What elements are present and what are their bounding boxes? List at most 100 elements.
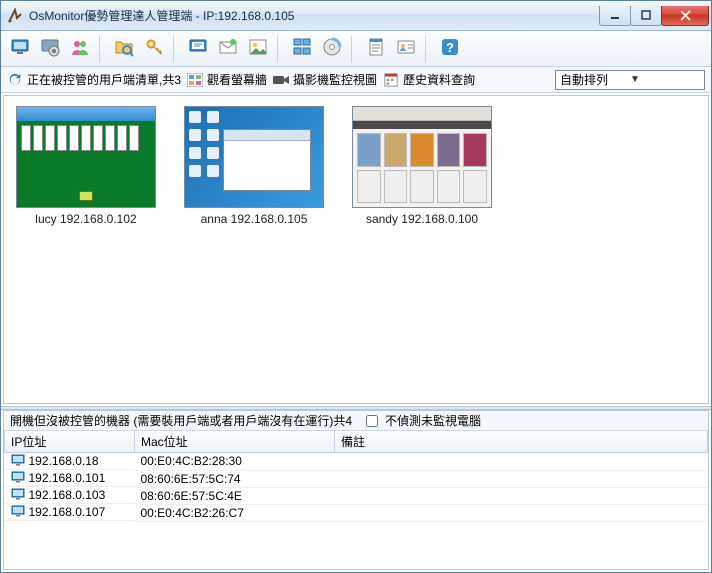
key-button[interactable] — [141, 36, 167, 62]
toolbar-separator — [351, 36, 357, 62]
maximize-button[interactable] — [630, 6, 662, 26]
table-row[interactable]: 192.168.0.10700:E0:4C:B2:26:C7 — [5, 504, 708, 521]
wall-icon — [187, 72, 203, 88]
screenshot-preview — [184, 106, 324, 208]
pc-icon — [11, 488, 25, 503]
minimize-button[interactable] — [599, 6, 631, 26]
screenshot-preview — [352, 106, 492, 208]
cell-mac: 00:E0:4C:B2:28:30 — [135, 453, 335, 471]
skip-detect-input[interactable] — [366, 415, 378, 427]
unmanaged-table: IP位址 Mac位址 備註 192.168.0.1800:E0:4C:B2:28… — [4, 431, 708, 522]
user-card-icon — [396, 37, 416, 60]
history-query-label: 歷史資料查詢 — [403, 71, 475, 88]
table-row[interactable]: 192.168.0.10308:60:6E:57:5C:4E — [5, 487, 708, 504]
clients-count-text: 正在被控管的用戶端清單,共3 — [27, 71, 181, 88]
app-window: OsMonitor優勢管理達人管理端 - IP:192.168.0.105 ? … — [0, 0, 712, 573]
monitor-button[interactable] — [7, 36, 33, 62]
toolbar-separator — [173, 36, 179, 62]
disc-icon — [322, 37, 342, 60]
unmanaged-machines-pane: 開機但沒被控管的機器 (需要裝用戶端或者用戶端沒有在運行)共4 不偵測未監視電腦… — [3, 410, 709, 570]
client-thumbnail[interactable]: lucy 192.168.0.102 — [16, 106, 156, 226]
cell-ip: 192.168.0.18 — [5, 453, 135, 470]
unmanaged-grid[interactable]: IP位址 Mac位址 備註 192.168.0.1800:E0:4C:B2:28… — [4, 431, 708, 569]
settings-button[interactable] — [37, 36, 63, 62]
screens-grid-button[interactable] — [289, 36, 315, 62]
history-query-button[interactable]: 歷史資料查詢 — [383, 71, 475, 88]
client-thumbnails-pane[interactable]: lucy 192.168.0.102 anna 192.168.0.105 sand… — [3, 95, 709, 404]
col-mac[interactable]: Mac位址 — [135, 431, 335, 453]
disc-button[interactable] — [319, 36, 345, 62]
screen-wall-button[interactable]: 觀看螢幕牆 — [187, 71, 267, 88]
doc-button[interactable] — [363, 36, 389, 62]
history-icon — [383, 72, 399, 88]
col-ip[interactable]: IP位址 — [5, 431, 135, 453]
screenshot-preview — [16, 106, 156, 208]
skip-detect-checkbox[interactable]: 不偵測未監視電腦 — [362, 412, 481, 430]
monitor-icon — [10, 37, 30, 60]
titlebar[interactable]: OsMonitor優勢管理達人管理端 - IP:192.168.0.105 — [1, 1, 711, 31]
toolbar-separator — [99, 36, 105, 62]
cell-note — [335, 453, 708, 471]
help-button[interactable]: ? — [437, 36, 463, 62]
window-title: OsMonitor優勢管理達人管理端 - IP:192.168.0.105 — [29, 7, 600, 24]
cell-ip: 192.168.0.107 — [5, 504, 135, 521]
screen-wall-label: 觀看螢幕牆 — [207, 71, 267, 88]
picture-button[interactable] — [245, 36, 271, 62]
pc-icon — [11, 471, 25, 486]
help-icon: ? — [440, 37, 460, 60]
sort-combo[interactable]: 自動排列 ▼ — [555, 70, 705, 90]
table-row[interactable]: 192.168.0.1800:E0:4C:B2:28:30 — [5, 453, 708, 471]
toolbar-separator — [277, 36, 283, 62]
screen-icon — [188, 37, 208, 60]
app-icon — [7, 8, 23, 24]
cell-ip: 192.168.0.103 — [5, 487, 135, 504]
table-header-row: IP位址 Mac位址 備註 — [5, 431, 708, 453]
camera-view-button[interactable]: 攝影機監控視圖 — [273, 71, 377, 88]
close-button[interactable] — [661, 6, 709, 26]
unmanaged-header: 開機但沒被控管的機器 (需要裝用戶端或者用戶端沒有在運行)共4 不偵測未監視電腦 — [4, 411, 708, 431]
thumbnail-caption: lucy 192.168.0.102 — [16, 212, 156, 226]
refresh-icon — [7, 72, 23, 88]
unmanaged-header-text: 開機但沒被控管的機器 (需要裝用戶端或者用戶端沒有在運行)共4 — [10, 412, 352, 429]
main-toolbar: ? — [1, 31, 711, 67]
mail-icon — [218, 37, 238, 60]
col-note[interactable]: 備註 — [335, 431, 708, 453]
users-icon — [70, 37, 90, 60]
settings-icon — [40, 37, 60, 60]
table-row[interactable]: 192.168.0.10108:60:6E:57:5C:74 — [5, 470, 708, 487]
sub-toolbar: 正在被控管的用戶端清單,共3 觀看螢幕牆 攝影機監控視圖 歷史資料查詢 自動排列… — [1, 67, 711, 93]
cell-mac: 08:60:6E:57:5C:4E — [135, 487, 335, 504]
folder-search-icon — [114, 37, 134, 60]
folder-search-button[interactable] — [111, 36, 137, 62]
client-thumbnail[interactable]: anna 192.168.0.105 — [184, 106, 324, 226]
thumbnail-caption: sandy 192.168.0.100 — [352, 212, 492, 226]
client-thumbnail[interactable]: sandy 192.168.0.100 — [352, 106, 492, 226]
camera-view-label: 攝影機監控視圖 — [293, 71, 377, 88]
sort-combo-value: 自動排列 — [560, 71, 630, 88]
user-card-button[interactable] — [393, 36, 419, 62]
mail-button[interactable] — [215, 36, 241, 62]
cell-ip: 192.168.0.101 — [5, 470, 135, 487]
thumbnail-caption: anna 192.168.0.105 — [184, 212, 324, 226]
doc-icon — [366, 37, 386, 60]
screens-grid-icon — [292, 37, 312, 60]
window-buttons — [600, 6, 709, 26]
svg-text:?: ? — [446, 40, 454, 55]
skip-detect-label: 不偵測未監視電腦 — [385, 412, 481, 429]
client-area: lucy 192.168.0.102 anna 192.168.0.105 sand… — [1, 93, 711, 572]
key-icon — [144, 37, 164, 60]
users-button[interactable] — [67, 36, 93, 62]
cell-mac: 00:E0:4C:B2:26:C7 — [135, 504, 335, 521]
picture-icon — [248, 37, 268, 60]
pc-icon — [11, 505, 25, 520]
pc-icon — [11, 454, 25, 469]
camera-icon — [273, 72, 289, 88]
clients-count-label: 正在被控管的用戶端清單,共3 — [7, 71, 181, 88]
cell-note — [335, 504, 708, 521]
screen-button[interactable] — [185, 36, 211, 62]
cell-mac: 08:60:6E:57:5C:74 — [135, 470, 335, 487]
cell-note — [335, 470, 708, 487]
chevron-down-icon: ▼ — [630, 74, 700, 85]
cell-note — [335, 487, 708, 504]
toolbar-separator — [425, 36, 431, 62]
